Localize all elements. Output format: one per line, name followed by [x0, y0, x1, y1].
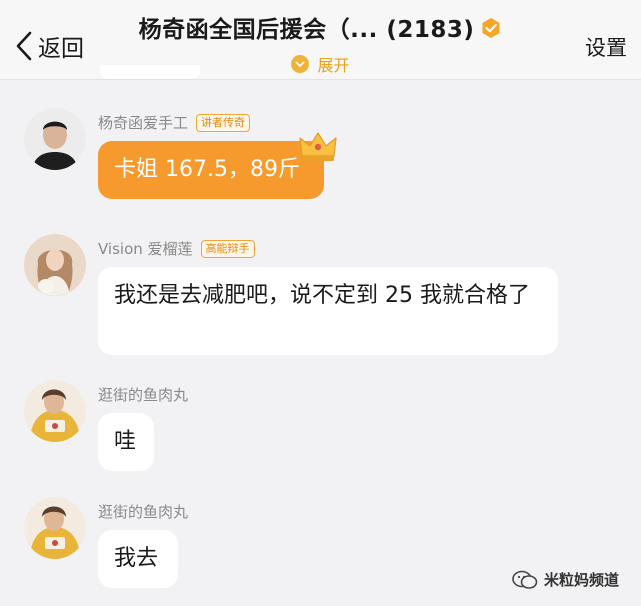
- expand-label: 展开: [317, 56, 350, 75]
- message-sender: 逛街的鱼肉丸: [98, 501, 188, 522]
- watermark-text: 米粒妈频道: [543, 571, 619, 589]
- title-bar[interactable]: 杨奇函全国后援会（... (2183): [0, 10, 641, 44]
- chevron-down-icon: [291, 55, 310, 73]
- sender-name: Vision 爱榴莲: [98, 240, 193, 258]
- title-badge: 高能辩手: [200, 239, 255, 258]
- title-badge: 讲者传奇: [196, 113, 251, 132]
- user-photo: [24, 380, 86, 442]
- expand-toggle[interactable]: 展开: [0, 52, 641, 76]
- message-text: 我去: [114, 546, 159, 571]
- watermark: 米粒妈频道: [512, 569, 619, 590]
- avatar[interactable]: [24, 108, 86, 170]
- settings-button[interactable]: 设置: [585, 32, 627, 62]
- user-photo: [24, 108, 86, 170]
- crown-icon: [299, 132, 337, 161]
- message-bubble[interactable]: 哇: [98, 413, 154, 471]
- avatar[interactable]: [24, 380, 86, 442]
- chat-header: 返回 杨奇函全国后援会（... (2183) 展开 设置: [0, 0, 641, 80]
- message-text: 卡姐 167.5，89斤: [114, 157, 300, 182]
- avatar[interactable]: [24, 497, 86, 559]
- message-bubble[interactable]: 我还是去减肥吧，说不定到 25 我就合格了: [98, 267, 558, 355]
- sender-name: 逛街的鱼肉丸: [98, 386, 189, 404]
- wechat-icon: [512, 570, 538, 589]
- sender-name: 逛街的鱼肉丸: [98, 503, 189, 521]
- user-photo: [24, 497, 86, 559]
- message-text: 哇: [114, 429, 137, 454]
- message-text: 我还是去减肥吧，说不定到 25 我就合格了: [114, 283, 530, 308]
- user-photo: [24, 234, 86, 296]
- group-title: 杨奇函全国后援会（... (2183): [138, 17, 475, 43]
- message-bubble[interactable]: 我去: [98, 530, 178, 588]
- verified-icon: [482, 18, 500, 38]
- message-sender: 逛街的鱼肉丸: [98, 384, 188, 405]
- message-sender: 杨奇函爱手工 讲者传奇: [98, 112, 251, 133]
- message-sender: Vision 爱榴莲 高能辩手: [98, 238, 255, 259]
- avatar[interactable]: [24, 234, 86, 296]
- message-bubble[interactable]: 卡姐 167.5，89斤: [98, 141, 324, 199]
- sender-name: 杨奇函爱手工: [98, 114, 189, 132]
